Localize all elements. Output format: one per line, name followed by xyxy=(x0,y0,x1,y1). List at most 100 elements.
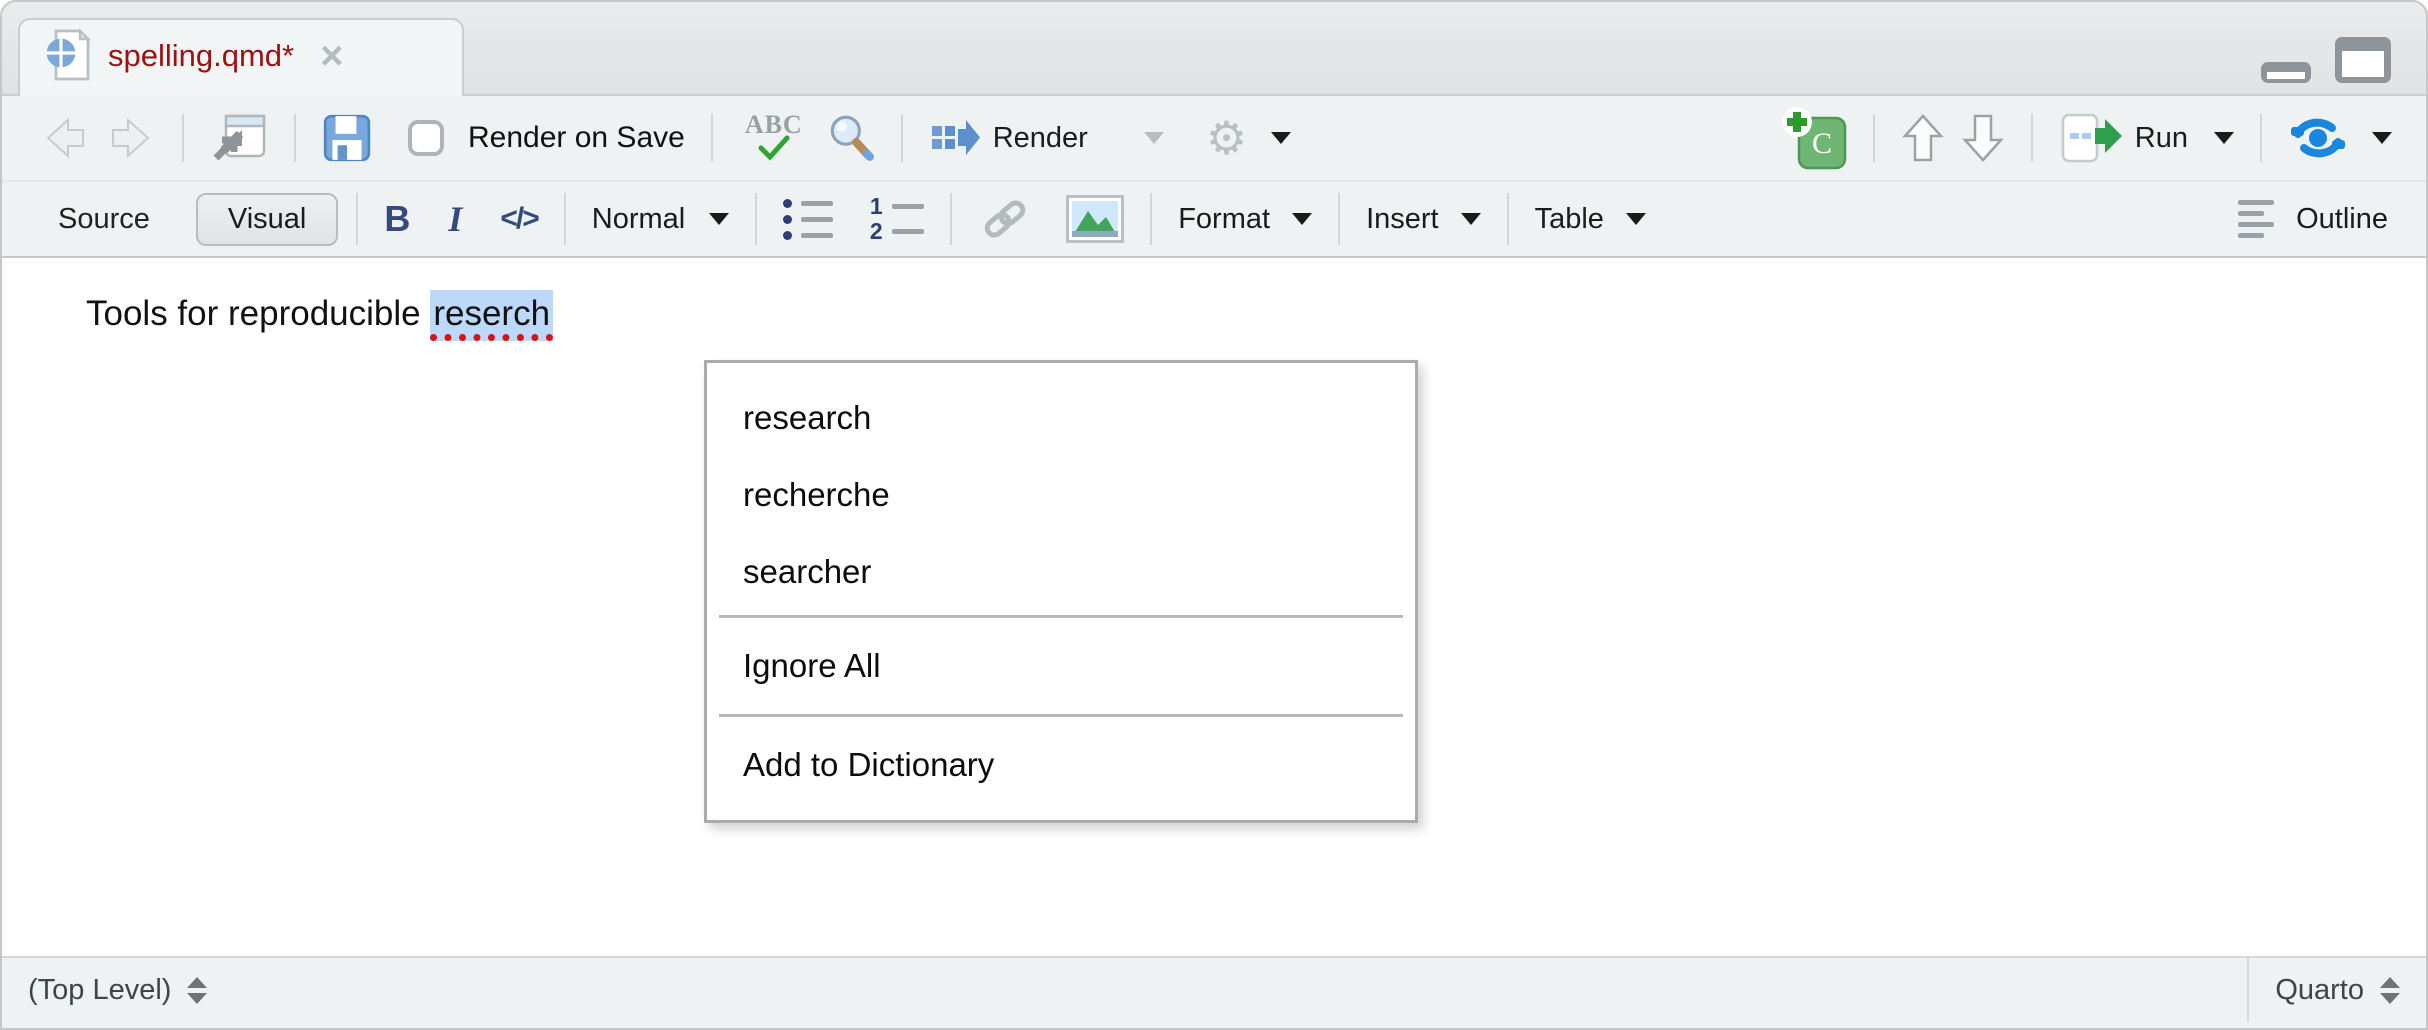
up-down-spinner-icon xyxy=(187,977,207,1004)
svg-text:C: C xyxy=(1812,127,1832,160)
tab-title: spelling.qmd* xyxy=(108,38,294,74)
chevron-down-icon xyxy=(1461,213,1481,225)
menu-item-add-to-dictionary[interactable]: Add to Dictionary xyxy=(707,722,1415,808)
forward-button[interactable] xyxy=(98,109,164,167)
toolbar-separator xyxy=(564,193,566,245)
format-toolbar: Source Visual B I </> Normal 1 2 xyxy=(2,182,2426,258)
toolbar-separator xyxy=(1338,193,1340,245)
run-label: Run xyxy=(2135,122,2188,155)
spellcheck-icon: ABC xyxy=(745,115,803,162)
outline-icon xyxy=(2238,200,2274,238)
checkbox-unchecked xyxy=(408,120,444,156)
toolbar-separator xyxy=(2260,114,2262,162)
menu-item-suggestion-2[interactable]: recherche xyxy=(707,456,1415,533)
render-button[interactable]: Render xyxy=(921,109,1096,167)
render-label: Render xyxy=(993,122,1088,155)
render-dropdown-icon[interactable] xyxy=(1144,132,1164,144)
code-icon: </> xyxy=(500,202,537,236)
insert-chunk-icon: C xyxy=(1781,106,1847,170)
toolbar-separator xyxy=(711,114,713,162)
insert-link-button[interactable] xyxy=(970,189,1040,249)
tab-visual-mode[interactable]: Visual xyxy=(196,193,338,246)
tab-source-mode[interactable]: Source xyxy=(38,195,170,244)
paragraph-style-dropdown[interactable]: Normal xyxy=(584,197,737,242)
format-menu[interactable]: Format xyxy=(1170,197,1320,242)
toolbar-separator xyxy=(294,114,296,162)
tab-strip: spelling.qmd* × xyxy=(2,2,2426,96)
forward-icon xyxy=(106,115,156,161)
bold-button[interactable]: B xyxy=(376,192,418,246)
numbered-list-button[interactable]: 1 2 xyxy=(861,190,932,247)
search-icon xyxy=(825,112,875,164)
spelling-context-menu: research recherche searcher Ignore All A… xyxy=(704,360,1418,823)
tab-spelling-qmd[interactable]: spelling.qmd* × xyxy=(18,18,464,96)
outline-toggle-button[interactable]: Outline xyxy=(2230,194,2396,244)
italic-icon: I xyxy=(448,198,462,240)
toolbar-separator xyxy=(1150,193,1152,245)
status-bar: (Top Level) Quarto xyxy=(2,956,2426,1022)
editor-pane: spelling.qmd* × xyxy=(0,0,2428,1030)
down-arrow-icon xyxy=(1961,112,2005,164)
document-format-selector[interactable]: Quarto xyxy=(2249,958,2426,1022)
chevron-down-icon xyxy=(1292,213,1312,225)
document-text-line: Tools for reproducible reserch xyxy=(86,294,553,334)
up-arrow-icon xyxy=(1901,112,1945,164)
maximize-icon[interactable] xyxy=(2334,36,2392,84)
toolbar-separator xyxy=(755,193,757,245)
window-buttons xyxy=(2260,36,2392,84)
sync-icon xyxy=(2288,112,2348,164)
format-label: Quarto xyxy=(2275,974,2364,1007)
go-previous-section-button[interactable] xyxy=(1893,106,1953,170)
toolbar-separator xyxy=(1873,114,1875,162)
chevron-down-icon xyxy=(709,213,729,225)
render-options-button[interactable]: ⚙ xyxy=(1198,109,1299,167)
chevron-down-icon xyxy=(2372,132,2392,144)
bold-icon: B xyxy=(384,198,410,240)
back-button[interactable] xyxy=(32,109,98,167)
italic-button[interactable]: I xyxy=(440,192,470,246)
bullet-list-button[interactable] xyxy=(775,193,841,246)
main-toolbar: Render on Save ABC xyxy=(2,96,2426,182)
save-button[interactable] xyxy=(314,107,380,169)
code-button[interactable]: </> xyxy=(492,196,545,242)
gear-icon: ⚙ xyxy=(1206,115,1247,161)
image-icon xyxy=(1066,195,1124,243)
menu-item-suggestion-3[interactable]: searcher xyxy=(707,533,1415,610)
toolbar-separator xyxy=(950,193,952,245)
link-icon xyxy=(978,195,1032,243)
chevron-down-icon xyxy=(1271,132,1291,144)
quarto-file-icon xyxy=(44,27,92,85)
toolbar-separator xyxy=(182,114,184,162)
up-down-spinner-icon xyxy=(2380,977,2400,1004)
insert-chunk-button[interactable]: C xyxy=(1773,100,1855,176)
text-before-misspelling: Tools for reproducible xyxy=(86,294,430,333)
close-icon[interactable]: × xyxy=(320,36,343,76)
insert-image-button[interactable] xyxy=(1058,189,1132,249)
popout-window-button[interactable] xyxy=(202,106,276,170)
back-icon xyxy=(40,115,90,161)
run-icon xyxy=(2059,111,2125,165)
scope-label: (Top Level) xyxy=(28,974,171,1007)
spellcheck-button[interactable]: ABC xyxy=(731,109,817,168)
outline-label: Outline xyxy=(2296,203,2388,236)
save-icon xyxy=(322,113,372,163)
scope-selector[interactable]: (Top Level) xyxy=(2,958,227,1022)
table-menu[interactable]: Table xyxy=(1527,197,1654,242)
misspelled-word-selected[interactable]: reserch xyxy=(430,290,553,341)
bullet-list-icon xyxy=(783,199,833,240)
toolbar-separator xyxy=(2031,114,2033,162)
go-next-section-button[interactable] xyxy=(1953,106,2013,170)
find-replace-button[interactable] xyxy=(817,106,883,170)
run-button[interactable]: Run xyxy=(2051,105,2242,171)
render-on-save-checkbox[interactable]: Render on Save xyxy=(400,114,693,162)
toolbar-separator xyxy=(356,193,358,245)
numbered-list-icon: 1 2 xyxy=(869,196,924,241)
toolbar-separator xyxy=(1507,193,1509,245)
menu-item-suggestion-1[interactable]: research xyxy=(707,379,1415,456)
chevron-down-icon xyxy=(1626,213,1646,225)
minimize-icon[interactable] xyxy=(2260,60,2312,84)
rerun-source-button[interactable] xyxy=(2280,106,2400,170)
popout-window-icon xyxy=(210,112,268,164)
menu-item-ignore-all[interactable]: Ignore All xyxy=(707,623,1415,709)
insert-menu[interactable]: Insert xyxy=(1358,197,1489,242)
